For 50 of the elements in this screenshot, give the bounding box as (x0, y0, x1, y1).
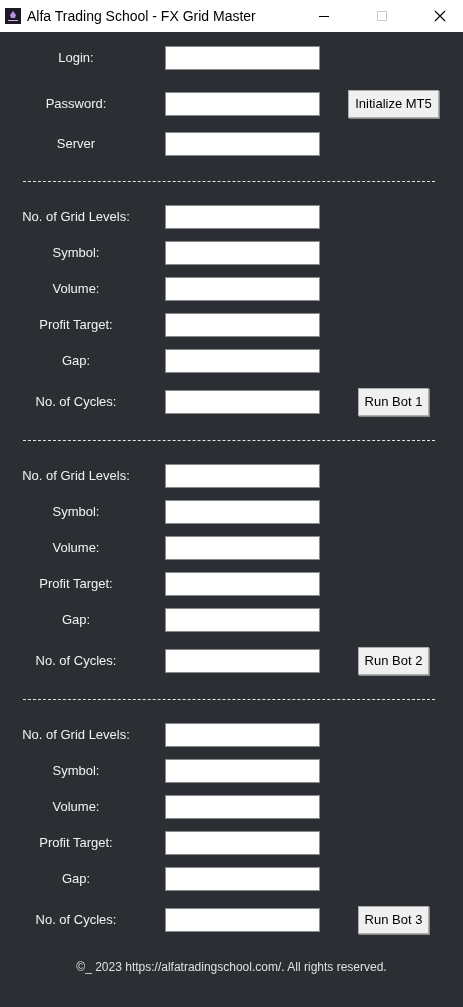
field-label: Profit Target: (38, 834, 114, 853)
field-label: Profit Target: (38, 575, 114, 594)
action-button[interactable]: Run Bot 2 (357, 647, 430, 675)
input-field[interactable] (165, 241, 320, 265)
field-label: Server (55, 135, 97, 154)
input-field[interactable] (165, 831, 320, 855)
input-field[interactable] (165, 795, 320, 819)
input-field[interactable] (165, 608, 320, 632)
input-field[interactable] (165, 536, 320, 560)
field-label: Gap: (60, 352, 92, 371)
input-field[interactable] (165, 572, 320, 596)
input-field[interactable] (165, 500, 320, 524)
input-field[interactable] (165, 390, 320, 414)
field-label: Volume: (51, 280, 101, 299)
field-label: Login: (57, 49, 95, 68)
field-label: No. of Cycles: (34, 393, 118, 412)
input-field[interactable] (165, 277, 320, 301)
field-label: No. of Grid Levels: (21, 726, 131, 745)
input-field[interactable] (165, 759, 320, 783)
action-button[interactable]: Initialize MT5 (348, 90, 439, 118)
app-logo-icon (5, 8, 21, 24)
field-label: Volume: (51, 798, 101, 817)
field-label: Gap: (60, 611, 92, 630)
field-label: No. of Cycles: (34, 652, 118, 671)
field-label: Profit Target: (38, 316, 114, 335)
input-field[interactable] (165, 313, 320, 337)
input-field[interactable] (165, 649, 320, 673)
field-label: No. of Grid Levels: (21, 208, 131, 227)
input-field[interactable] (165, 132, 320, 156)
field-label: Gap: (60, 870, 92, 889)
window-title: Alfa Trading School - FX Grid Master (27, 6, 256, 26)
input-field[interactable] (165, 908, 320, 932)
input-field[interactable] (165, 205, 320, 229)
input-field[interactable] (165, 46, 320, 70)
field-label: Symbol: (51, 244, 101, 263)
close-icon[interactable] (434, 10, 446, 22)
field-label: Symbol: (51, 503, 101, 522)
input-field[interactable] (165, 723, 320, 747)
field-label: No. of Cycles: (34, 911, 118, 930)
field-label: Symbol: (51, 762, 101, 781)
action-button[interactable]: Run Bot 3 (357, 906, 430, 934)
input-field[interactable] (165, 464, 320, 488)
action-button[interactable]: Run Bot 1 (357, 388, 430, 416)
copyright-footer: ©_ 2023 https://alfatradingschool.com/. All rights reserved. (0, 958, 463, 976)
input-field[interactable] (165, 92, 320, 116)
input-field[interactable] (165, 867, 320, 891)
field-label: No. of Grid Levels: (21, 467, 131, 486)
input-field[interactable] (165, 349, 320, 373)
field-label: Password: (44, 95, 108, 114)
field-label: Volume: (51, 539, 101, 558)
